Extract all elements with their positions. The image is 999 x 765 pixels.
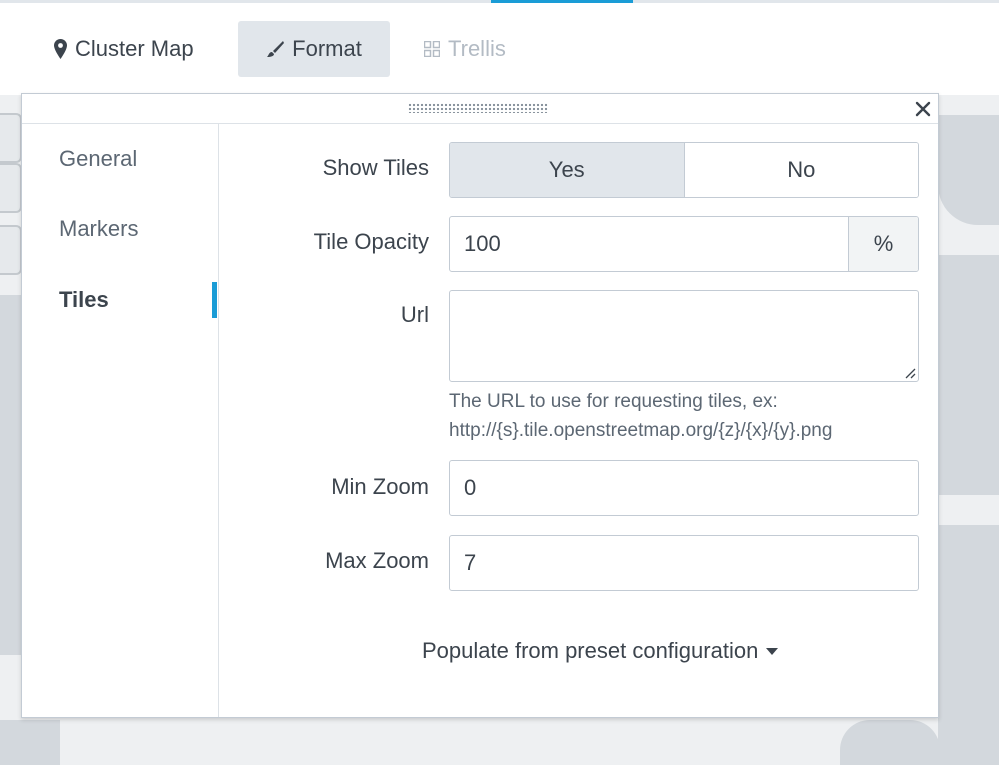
map-zoom-in-control[interactable] (0, 113, 22, 163)
url-label: Url (400, 302, 429, 327)
format-side-nav: General Markers Tiles (22, 124, 219, 717)
resize-handle-icon[interactable] (904, 367, 916, 379)
preset-config-dropdown[interactable]: Populate from preset configuration (422, 638, 779, 664)
map-landmass (840, 720, 940, 765)
min-zoom-input[interactable]: 0 (449, 460, 919, 516)
map-zoom-out-control[interactable] (0, 163, 22, 213)
url-help-text: The URL to use for requesting tiles, ex:… (449, 387, 919, 445)
side-nav-general[interactable]: General (59, 146, 137, 172)
caret-down-icon (766, 647, 779, 655)
close-button[interactable] (910, 96, 936, 122)
format-label: Format (292, 36, 362, 61)
side-nav-tiles[interactable]: Tiles (59, 287, 109, 313)
min-zoom-label: Min Zoom (331, 474, 429, 499)
map-landmass (938, 525, 999, 765)
panel-header (22, 94, 938, 124)
trellis-button[interactable]: Trellis (412, 21, 518, 77)
map-reset-control[interactable] (0, 225, 22, 275)
format-button[interactable]: Format (238, 21, 390, 77)
map-landmass (0, 720, 60, 765)
format-panel: General Markers Tiles Show Tiles Yes No … (21, 93, 939, 718)
close-icon (915, 101, 931, 117)
side-nav-active-indicator (212, 282, 217, 318)
tile-opacity-field: 100 % (449, 216, 919, 272)
trellis-label: Trellis (448, 36, 506, 61)
map-landmass (938, 255, 999, 495)
map-landmass (0, 295, 22, 655)
preset-config-label: Populate from preset configuration (422, 638, 759, 663)
paintbrush-icon (266, 40, 285, 58)
show-tiles-toggle: Yes No (449, 142, 919, 198)
show-tiles-label: Show Tiles (322, 155, 429, 180)
drag-handle-icon[interactable] (408, 103, 548, 113)
cluster-map-button[interactable]: Cluster Map (40, 21, 208, 77)
tile-opacity-input[interactable]: 100 (450, 217, 848, 271)
max-zoom-label: Max Zoom (325, 548, 429, 573)
url-help-line: The URL to use for requesting tiles, ex: (449, 391, 778, 412)
map-landmass (938, 115, 999, 225)
tile-opacity-unit: % (848, 217, 918, 271)
url-help-example: http://{s}.tile.openstreetmap.org/{z}/{x… (449, 420, 833, 441)
max-zoom-input[interactable]: 7 (449, 535, 919, 591)
url-textarea[interactable] (449, 290, 919, 382)
cluster-map-label: Cluster Map (75, 36, 194, 61)
tile-opacity-label: Tile Opacity (313, 229, 429, 254)
side-nav-markers[interactable]: Markers (59, 216, 138, 242)
viz-toolbar: Cluster Map Format Trellis (0, 3, 999, 95)
map-pin-icon (54, 39, 67, 59)
grid-icon (424, 41, 440, 57)
show-tiles-yes-button[interactable]: Yes (450, 143, 685, 197)
show-tiles-no-button[interactable]: No (684, 143, 918, 197)
